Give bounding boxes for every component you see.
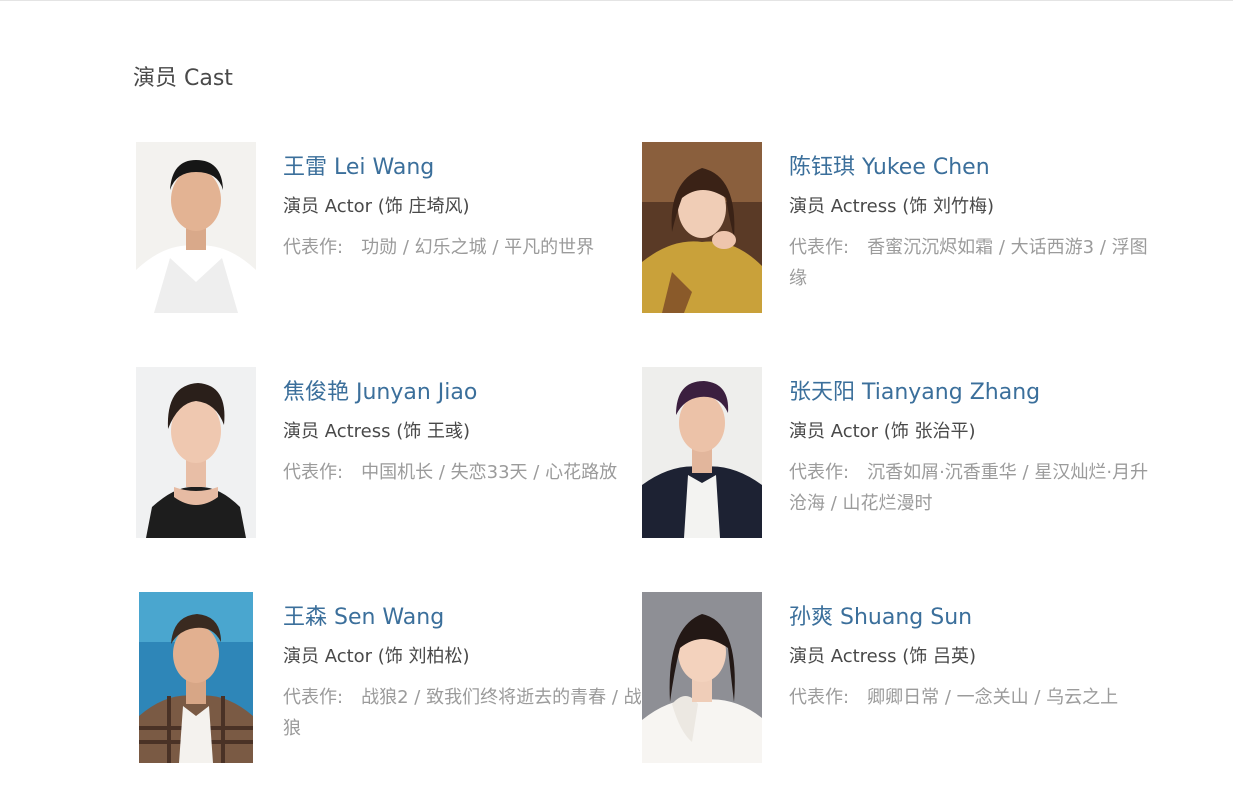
actor-photo[interactable] (642, 367, 762, 538)
work-link[interactable]: 致我们终将逝去的青春 (426, 687, 606, 708)
work-link[interactable]: 心花路放 (545, 462, 617, 483)
actor-photo[interactable] (642, 142, 762, 313)
cast-info: 陈钰琪 Yukee Chen 演员 Actress (饰 刘竹梅) 代表作: 香蜜… (789, 152, 1149, 294)
cast-card: 王雷 Lei Wang 演员 Actor (饰 庄埼风) 代表作: 功勋 / 幻乐… (136, 142, 636, 314)
works-separator: / (1099, 237, 1106, 258)
work-link[interactable]: 香蜜沉沉烬如霜 (867, 237, 993, 258)
cast-name-link[interactable]: 王森 Sen Wang (283, 602, 643, 634)
work-link[interactable]: 战狼2 (361, 687, 408, 708)
work-link[interactable]: 大话西游3 (1011, 237, 1094, 258)
cast-name-link[interactable]: 王雷 Lei Wang (283, 152, 643, 184)
works-label: 代表作: (789, 237, 850, 258)
cast-works: 代表作: 沉香如屑·沉香重华 / 星汉灿烂·月升沧海 / 山花烂漫时 (789, 457, 1149, 519)
works-separator: / (998, 237, 1005, 258)
work-link[interactable]: 山花烂漫时 (843, 493, 933, 514)
work-link[interactable]: 功勋 (361, 237, 397, 258)
work-link[interactable]: 乌云之上 (1046, 687, 1118, 708)
works-separator: / (414, 687, 421, 708)
cast-role: 演员 Actress (饰 王彧) (283, 421, 470, 442)
works-separator: / (1034, 687, 1041, 708)
works-label: 代表作: (283, 462, 344, 483)
cast-name-link[interactable]: 张天阳 Tianyang Zhang (789, 377, 1149, 409)
cast-card: 焦俊艳 Junyan Jiao 演员 Actress (饰 王彧) 代表作: 中国… (136, 367, 636, 539)
works-separator: / (830, 493, 837, 514)
work-link[interactable]: 失恋33天 (451, 462, 528, 483)
works-separator: / (611, 687, 618, 708)
cast-works: 代表作: 功勋 / 幻乐之城 / 平凡的世界 (283, 232, 643, 263)
cast-name-link[interactable]: 陈钰琪 Yukee Chen (789, 152, 1149, 184)
cast-works: 代表作: 香蜜沉沉烬如霜 / 大话西游3 / 浮图缘 (789, 232, 1149, 294)
section-title: 演员 Cast (133, 66, 233, 91)
works-separator: / (492, 237, 499, 258)
actor-photo[interactable] (136, 367, 256, 538)
actor-photo[interactable] (139, 592, 253, 763)
cast-name-link[interactable]: 孙爽 Shuang Sun (789, 602, 1149, 634)
cast-info: 王雷 Lei Wang 演员 Actor (饰 庄埼风) 代表作: 功勋 / 幻乐… (283, 152, 643, 263)
cast-info: 张天阳 Tianyang Zhang 演员 Actor (饰 张治平) 代表作:… (789, 377, 1149, 519)
cast-role: 演员 Actress (饰 刘竹梅) (789, 196, 994, 217)
actor-photo[interactable] (642, 592, 762, 763)
actor-photo[interactable] (136, 142, 256, 313)
work-link[interactable]: 一念关山 (957, 687, 1029, 708)
work-link[interactable]: 中国机长 (361, 462, 433, 483)
cast-card: 王森 Sen Wang 演员 Actor (饰 刘柏松) 代表作: 战狼2 / 致… (136, 592, 642, 764)
cast-card: 陈钰琪 Yukee Chen 演员 Actress (饰 刘竹梅) 代表作: 香蜜… (642, 142, 1148, 314)
work-link[interactable]: 平凡的世界 (504, 237, 594, 258)
works-separator: / (438, 462, 445, 483)
works-label: 代表作: (789, 687, 850, 708)
cast-info: 王森 Sen Wang 演员 Actor (饰 刘柏松) 代表作: 战狼2 / 致… (283, 602, 643, 744)
works-label: 代表作: (283, 687, 344, 708)
cast-info: 孙爽 Shuang Sun 演员 Actress (饰 吕英) 代表作: 卿卿日常… (789, 602, 1149, 713)
work-link[interactable]: 卿卿日常 (867, 687, 939, 708)
cast-name-link[interactable]: 焦俊艳 Junyan Jiao (283, 377, 643, 409)
works-separator: / (402, 237, 409, 258)
cast-card: 孙爽 Shuang Sun 演员 Actress (饰 吕英) 代表作: 卿卿日常… (642, 592, 1142, 764)
work-link[interactable]: 沉香如屑·沉香重华 (867, 462, 1017, 483)
cast-works: 代表作: 战狼2 / 致我们终将逝去的青春 / 战狼 (283, 682, 643, 744)
cast-role: 演员 Actor (饰 张治平) (789, 421, 976, 442)
cast-role: 演员 Actor (饰 刘柏松) (283, 646, 470, 667)
cast-works: 代表作: 卿卿日常 / 一念关山 / 乌云之上 (789, 682, 1149, 713)
cast-works: 代表作: 中国机长 / 失恋33天 / 心花路放 (283, 457, 643, 488)
top-divider (0, 0, 1233, 1)
cast-info: 焦俊艳 Junyan Jiao 演员 Actress (饰 王彧) 代表作: 中国… (283, 377, 643, 488)
work-link[interactable]: 幻乐之城 (415, 237, 487, 258)
works-separator: / (944, 687, 951, 708)
works-separator: / (533, 462, 540, 483)
works-label: 代表作: (789, 462, 850, 483)
works-separator: / (1022, 462, 1029, 483)
cast-role: 演员 Actor (饰 庄埼风) (283, 196, 470, 217)
cast-role: 演员 Actress (饰 吕英) (789, 646, 976, 667)
works-label: 代表作: (283, 237, 344, 258)
cast-card: 张天阳 Tianyang Zhang 演员 Actor (饰 张治平) 代表作:… (642, 367, 1148, 539)
